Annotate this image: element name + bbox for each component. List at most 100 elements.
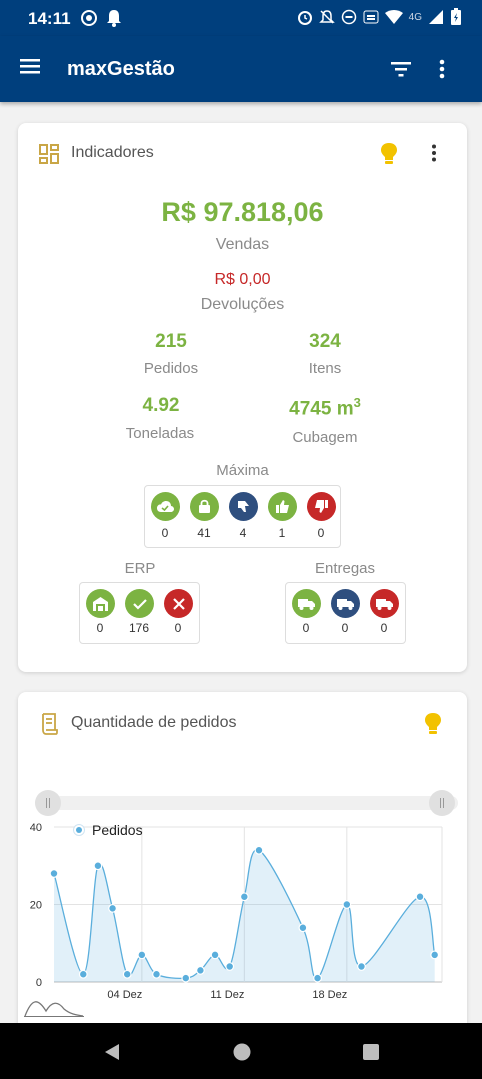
lightbulb-icon[interactable] bbox=[424, 712, 442, 736]
wifi-icon bbox=[384, 10, 403, 24]
maxima-count: 0 bbox=[317, 526, 325, 540]
data-point bbox=[357, 962, 366, 971]
cubage-label: Cubagem bbox=[292, 429, 358, 446]
orders-value: 215 bbox=[155, 331, 187, 352]
orders-chart-card: Quantidade de pedidos 0 20 40 04 Dez 11 Dez 1… bbox=[18, 692, 467, 1032]
tons-value: 4.92 bbox=[142, 395, 180, 416]
x-tick-label: 04 Dez bbox=[107, 989, 142, 1001]
maxima-count: 0 bbox=[161, 526, 169, 540]
data-point bbox=[78, 969, 88, 979]
legend-marker bbox=[76, 827, 82, 833]
volte-icon bbox=[363, 10, 379, 24]
indicators-title: Indicadores bbox=[71, 144, 154, 161]
data-point bbox=[196, 965, 205, 975]
legend-label: Pedidos bbox=[92, 822, 143, 838]
lock-icon[interactable] bbox=[190, 492, 219, 521]
erp-count: 176 bbox=[128, 621, 150, 635]
close-icon[interactable] bbox=[164, 589, 193, 618]
returns-value: R$ 0,00 bbox=[214, 271, 271, 288]
tons-label: Toneladas bbox=[125, 425, 195, 442]
nav-home-icon[interactable] bbox=[233, 1043, 251, 1061]
items-value: 324 bbox=[309, 331, 341, 352]
entregas-panel: 0 0 0 bbox=[285, 582, 406, 644]
app-bar: maxGestão bbox=[0, 36, 482, 102]
receipt-icon bbox=[42, 713, 58, 735]
cubage-value: 4745 m3 bbox=[265, 395, 385, 420]
data-point bbox=[108, 903, 117, 913]
data-point bbox=[298, 923, 308, 933]
range-slider-track[interactable] bbox=[35, 796, 458, 810]
orders-chart-title: Quantidade de pedidos bbox=[71, 714, 237, 731]
cloud-done-icon[interactable] bbox=[151, 492, 180, 521]
thumbs-up-icon[interactable] bbox=[268, 492, 297, 521]
truck-green-icon[interactable] bbox=[292, 589, 321, 618]
do-not-disturb-icon bbox=[341, 9, 356, 25]
status-time: 14:11 bbox=[28, 9, 71, 28]
dashboard-icon bbox=[39, 144, 59, 164]
erp-count: 0 bbox=[96, 621, 104, 635]
entregas-count: 0 bbox=[341, 621, 349, 635]
sparkline-icon[interactable] bbox=[24, 997, 84, 1017]
battery-icon bbox=[451, 8, 461, 25]
data-point bbox=[137, 950, 147, 960]
card-menu-icon[interactable] bbox=[431, 144, 437, 162]
data-point bbox=[342, 900, 352, 909]
maxima-count: 41 bbox=[197, 526, 211, 540]
erp-label: ERP bbox=[124, 560, 156, 577]
data-point bbox=[181, 973, 191, 983]
truck-blue-icon[interactable] bbox=[331, 589, 360, 618]
y-tick-label: 20 bbox=[30, 900, 42, 912]
check-icon[interactable] bbox=[125, 589, 154, 618]
warehouse-icon[interactable] bbox=[86, 589, 115, 618]
maxima-panel: 0 41 4 1 0 bbox=[144, 485, 341, 548]
nav-back-icon[interactable] bbox=[104, 1043, 120, 1061]
data-point bbox=[415, 892, 425, 902]
entregas-count: 0 bbox=[302, 621, 310, 635]
network-label: 4G bbox=[408, 11, 422, 23]
data-point bbox=[210, 950, 220, 960]
x-tick-label: 11 Dez bbox=[210, 989, 244, 1001]
system-nav-bar bbox=[0, 1023, 482, 1079]
filter-icon[interactable] bbox=[390, 60, 412, 78]
maxima-label: Máxima bbox=[216, 462, 269, 479]
sales-label: Vendas bbox=[215, 236, 270, 253]
erp-count: 0 bbox=[174, 621, 182, 635]
data-point bbox=[152, 969, 161, 979]
menu-icon[interactable] bbox=[20, 58, 40, 74]
status-bar: 14:11 4G bbox=[0, 0, 482, 36]
items-label: Itens bbox=[308, 360, 342, 377]
mute-icon bbox=[318, 10, 335, 24]
orders-chart: 0 20 40 04 Dez 11 Dez 18 Dez Pedidos bbox=[30, 822, 443, 1001]
cubage-number: 4745 m bbox=[289, 398, 354, 420]
thumbs-down-icon[interactable] bbox=[307, 492, 336, 521]
data-point bbox=[49, 869, 59, 878]
data-point bbox=[93, 861, 103, 871]
orders-label: Pedidos bbox=[143, 360, 199, 377]
entregas-label: Entregas bbox=[314, 560, 376, 577]
y-tick-label: 40 bbox=[30, 822, 42, 834]
more-vert-icon[interactable] bbox=[438, 59, 446, 79]
notification-bell-icon bbox=[107, 10, 121, 27]
data-point bbox=[430, 950, 440, 960]
maxima-count: 4 bbox=[239, 526, 247, 540]
data-point bbox=[254, 845, 264, 855]
erp-panel: 0 176 0 bbox=[79, 582, 200, 644]
nav-recents-icon[interactable] bbox=[362, 1043, 380, 1061]
alarm-icon bbox=[297, 11, 312, 25]
truck-red-icon[interactable] bbox=[370, 589, 399, 618]
returns-label: Devoluções bbox=[200, 296, 285, 313]
cubage-unit-sup: 3 bbox=[353, 395, 361, 410]
x-tick-label: 18 Dez bbox=[312, 989, 347, 1001]
signal-icon bbox=[429, 10, 443, 24]
data-point bbox=[225, 962, 235, 971]
screen-record-icon bbox=[81, 10, 97, 26]
data-point bbox=[239, 892, 249, 902]
y-tick-label: 0 bbox=[36, 977, 42, 989]
sales-value: R$ 97.818,06 bbox=[161, 197, 324, 227]
indicators-card: Indicadores R$ 97.818,06 Vendas R$ 0,00 … bbox=[18, 123, 467, 672]
thumbs-down-left-icon[interactable] bbox=[229, 492, 258, 521]
maxima-count: 1 bbox=[278, 526, 286, 540]
lightbulb-icon[interactable] bbox=[380, 142, 398, 166]
app-title: maxGestão bbox=[67, 58, 175, 80]
entregas-count: 0 bbox=[380, 621, 388, 635]
